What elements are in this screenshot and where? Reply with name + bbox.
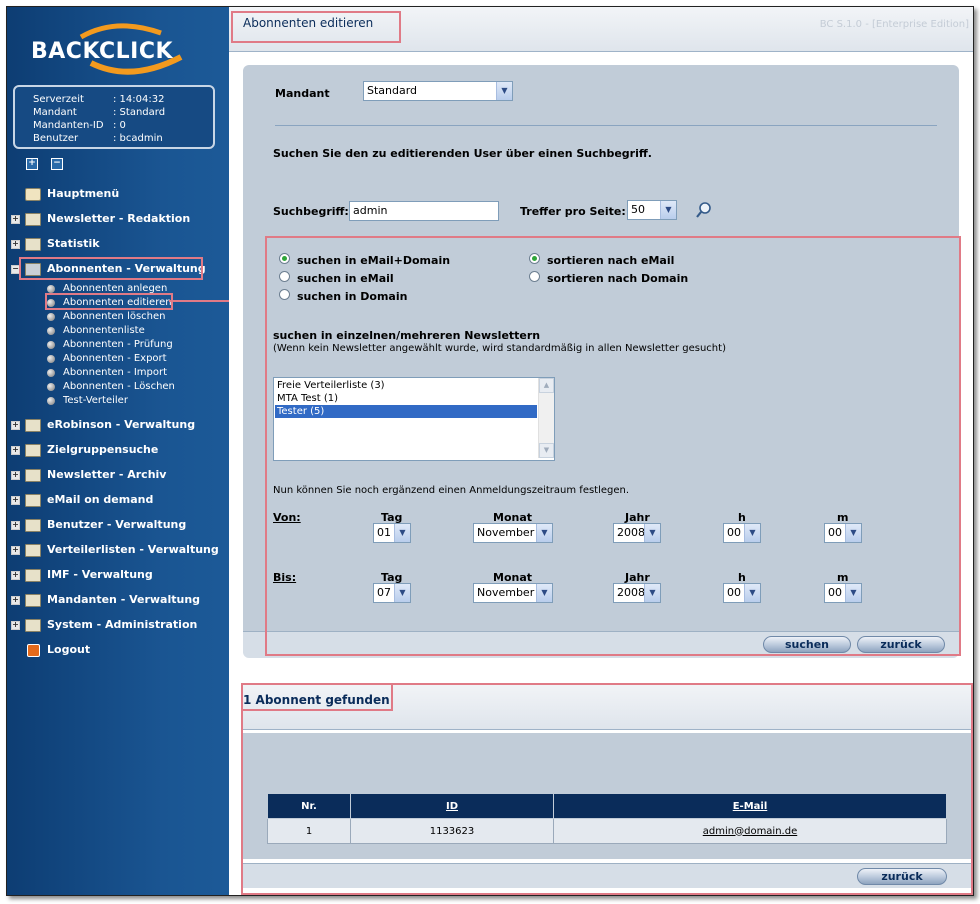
folder-icon [25,594,41,607]
folder-icon [25,469,41,482]
expand-icon[interactable]: + [11,446,20,455]
folder-icon [25,444,41,457]
highlight-results-title [241,683,393,711]
expand-icon[interactable]: + [11,546,20,555]
search-icon[interactable] [695,201,713,219]
bullet-icon [47,383,55,391]
expand-icon[interactable]: + [11,596,20,605]
folder-icon [25,619,41,632]
hits-per-page-label: Treffer pro Seite: [520,205,626,218]
chevron-down-icon: ▼ [660,201,676,219]
folder-icon [25,419,41,432]
folder-icon [25,519,41,532]
search-label: Suchbegriff: [273,205,349,218]
highlight-page-title [231,11,401,43]
chevron-down-icon: ▼ [496,82,512,100]
expand-icon[interactable]: + [11,421,20,430]
highlight-results [241,683,973,895]
hits-per-page-select[interactable]: 50 ▼ [627,200,677,220]
expand-icon[interactable]: + [11,496,20,505]
mandant-select[interactable]: Standard ▼ [363,81,513,101]
mandant-label: Mandant [275,87,330,100]
divider [275,125,937,126]
folder-icon [25,494,41,507]
bullet-icon [47,369,55,377]
bullet-icon [47,327,55,335]
highlight-search-options [265,236,961,656]
logout-icon [27,644,40,657]
expand-icon[interactable]: + [11,521,20,530]
folder-icon [25,569,41,582]
main-content: Abonnenten editieren BC S.1.0 - [Enterpr… [229,7,973,895]
expand-icon[interactable]: + [11,571,20,580]
bullet-icon [47,341,55,349]
expand-icon[interactable]: + [11,471,20,480]
search-input[interactable]: admin [349,201,499,221]
bullet-icon [47,355,55,363]
app-window: BACKCLICK Serverzeit: 14:04:32 Mandant: … [6,6,974,896]
version-label: BC S.1.0 - [Enterprise Edition] [819,19,969,30]
folder-icon [25,544,41,557]
annotation-arrow [169,39,240,302]
instruction-text: Suchen Sie den zu editierenden User über… [273,147,652,160]
expand-icon[interactable]: + [11,621,20,630]
bullet-icon [47,397,55,405]
